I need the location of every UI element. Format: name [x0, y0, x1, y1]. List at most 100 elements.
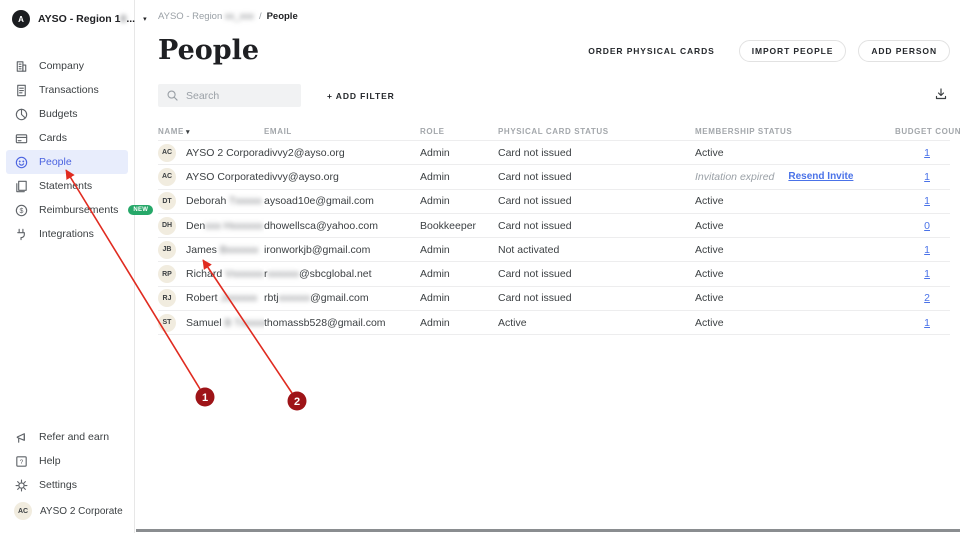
search-box[interactable] [158, 84, 301, 107]
budget-count-cell: 1 [895, 147, 950, 159]
email-cell: rbtjxxxxxx@gmail.com [264, 292, 420, 304]
sidebar-item-integrations[interactable]: Integrations [6, 222, 128, 246]
budget-count-link[interactable]: 1 [924, 317, 930, 329]
search-input[interactable] [186, 90, 293, 102]
table-row[interactable]: RJ Robert Jxxxxxx rbtjxxxxxx@gmail.com A… [158, 287, 950, 311]
sidebar-item-transactions[interactable]: Transactions [6, 78, 128, 102]
email-clear: rbtj [264, 292, 279, 304]
person-name: AYSO Corporate [186, 171, 264, 183]
person-name-redacted: xxx Hxxxxxx [205, 220, 263, 232]
breadcrumb-root[interactable]: AYSO - Region xx_xxx [158, 11, 254, 22]
sidebar-item-label: Company [39, 60, 84, 72]
role-cell: Admin [420, 244, 498, 256]
sidebar-item-label: Integrations [39, 228, 94, 240]
person-name-clear: AYSO Corporate [186, 171, 264, 183]
budget-count-link[interactable]: 1 [924, 171, 930, 183]
sidebar-item-label: Reimbursements [39, 204, 118, 216]
sidebar-item-label: Transactions [39, 84, 99, 96]
column-header-membership-status: MEMBERSHIP STATUS [695, 127, 895, 136]
column-header-budget-count: BUDGET COUNT [895, 127, 960, 136]
account-avatar: AC [14, 502, 32, 520]
org-switcher[interactable]: A AYSO - Region 10... ▾ [0, 0, 134, 28]
budget-count-link[interactable]: 2 [924, 292, 930, 304]
budget-count-link[interactable]: 1 [924, 195, 930, 207]
table-row[interactable]: JB James Bxxxxxx ironworkjb@gmail.com Ad… [158, 238, 950, 262]
account-switcher[interactable]: AC AYSO 2 Corporate [6, 497, 128, 525]
email-redacted: xxxxxx [268, 268, 300, 280]
import-people-button[interactable]: IMPORT PEOPLE [739, 40, 847, 62]
column-header-role: ROLE [420, 127, 498, 136]
sidebar-item-cards[interactable]: Cards [6, 126, 128, 150]
sidebar-item-settings[interactable]: Settings [6, 473, 128, 497]
budget-count-link[interactable]: 0 [924, 220, 930, 232]
card-status-cell: Active [498, 317, 695, 329]
person-name: Robert Jxxxxxx [186, 292, 257, 304]
sidebar-item-statements[interactable]: Statements [6, 174, 128, 198]
table-row[interactable]: AC AYSO 2 Corporate divvy2@ayso.org Admi… [158, 141, 950, 165]
budget-count-link[interactable]: 1 [924, 268, 930, 280]
membership-status: Active [695, 220, 724, 232]
person-name: AYSO 2 Corporate [186, 147, 264, 159]
membership-cell: Active [695, 220, 895, 232]
role-cell: Admin [420, 171, 498, 183]
add-filter-button[interactable]: + ADD FILTER [315, 86, 407, 106]
column-header-label: NAME [158, 127, 184, 136]
cards-icon [14, 131, 29, 146]
breadcrumb: AYSO - Region xx_xxx / People [158, 0, 950, 22]
membership-cell: Active [695, 292, 895, 304]
sidebar: A AYSO - Region 10... ▾ Company Transact… [0, 0, 135, 533]
person-name-clear: Deborah [186, 195, 229, 207]
avatar: ST [158, 314, 176, 332]
breadcrumb-current: People [267, 11, 298, 22]
org-name-redacted: 0 [120, 13, 126, 25]
column-header-name[interactable]: NAME▾ [158, 127, 264, 136]
page-title: People [158, 35, 259, 66]
sidebar-item-reimbursements[interactable]: $ Reimbursements NEW [6, 198, 128, 222]
table-row[interactable]: RP Richard Vxxxxxx rxxxxxx@sbcglobal.net… [158, 262, 950, 286]
page-header: People ORDER PHYSICAL CARDS IMPORT PEOPL… [158, 35, 950, 66]
membership-status: Active [695, 195, 724, 207]
email-cell: divvy@ayso.org [264, 171, 420, 183]
person-name-redacted: Jxxxxxx [220, 292, 257, 304]
sidebar-item-company[interactable]: Company [6, 54, 128, 78]
reimbursements-icon: $ [14, 203, 29, 218]
sidebar-item-refer-and-earn[interactable]: Refer and earn [6, 425, 128, 449]
budget-count-link[interactable]: 1 [924, 147, 930, 159]
table-row[interactable]: DH Denxxx Hxxxxxx dhowellsca@yahoo.com B… [158, 214, 950, 238]
email-clear: thomassb528@gmail.com [264, 317, 386, 329]
search-icon [166, 89, 179, 102]
membership-cell: Active [695, 195, 895, 207]
email-clear: r [264, 268, 268, 280]
add-person-button[interactable]: ADD PERSON [858, 40, 950, 62]
sidebar-item-label: Settings [39, 479, 77, 491]
role-cell: Bookkeeper [420, 220, 498, 232]
sidebar-item-budgets[interactable]: Budgets [6, 102, 128, 126]
name-cell: AC AYSO 2 Corporate [158, 144, 264, 162]
download-button[interactable] [932, 85, 950, 106]
card-status-cell: Not activated [498, 244, 695, 256]
sidebar-item-help[interactable]: ? Help [6, 449, 128, 473]
email-cell: aysoad10e@gmail.com [264, 195, 420, 207]
table-row[interactable]: AC AYSO Corporate divvy@ayso.org Admin C… [158, 165, 950, 189]
card-status-cell: Card not issued [498, 220, 695, 232]
company-icon [14, 59, 29, 74]
horizontal-scrollbar[interactable] [136, 529, 960, 532]
budget-count-link[interactable]: 1 [924, 244, 930, 256]
resend-invite-link[interactable]: Resend Invite [788, 171, 853, 182]
email-clear: divvy2@ayso.org [264, 147, 345, 159]
order-physical-cards-button[interactable]: ORDER PHYSICAL CARDS [576, 41, 726, 61]
table-row[interactable]: DT Deborah Txxxxx aysoad10e@gmail.com Ad… [158, 190, 950, 214]
budget-count-cell: 1 [895, 244, 950, 256]
budget-count-cell: 1 [895, 317, 950, 329]
table-row[interactable]: ST Samuel B Txxxxx thomassb528@gmail.com… [158, 311, 950, 335]
budget-count-cell: 0 [895, 220, 950, 232]
integrations-icon [14, 227, 29, 242]
budgets-icon [14, 107, 29, 122]
sidebar-item-people[interactable]: People [6, 150, 128, 174]
membership-status: Active [695, 317, 724, 329]
breadcrumb-root-redacted: xx_xxx [225, 11, 254, 22]
name-cell: JB James Bxxxxxx [158, 241, 264, 259]
person-name-redacted: Txxxxx [229, 195, 262, 207]
toolbar: + ADD FILTER [158, 84, 950, 107]
avatar: RP [158, 265, 176, 283]
